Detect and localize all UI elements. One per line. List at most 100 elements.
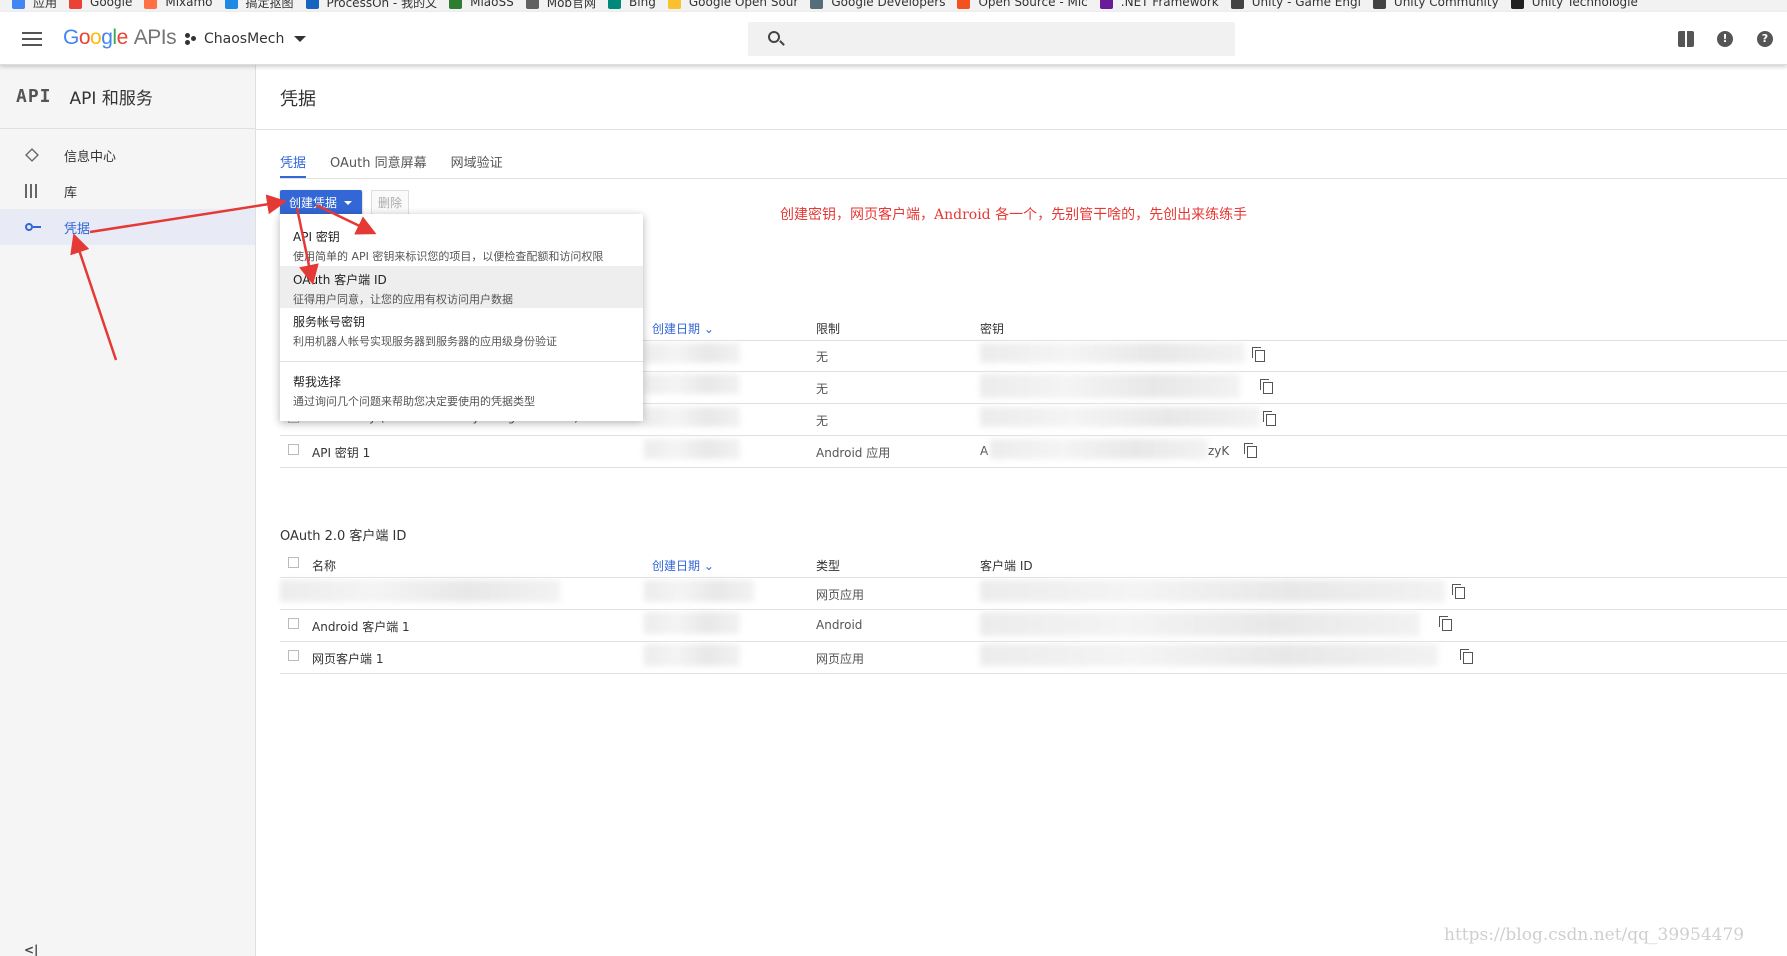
bookmark-label: Open Source - Mic xyxy=(978,0,1088,9)
bookmark-item[interactable]: 搞定抠图 xyxy=(213,0,294,12)
divider xyxy=(256,129,1787,130)
search-icon xyxy=(768,31,780,43)
help-icon[interactable]: ? xyxy=(1757,31,1773,47)
bookmark-icon xyxy=(1372,0,1386,9)
feedback-icon[interactable]: ! xyxy=(1717,31,1733,47)
chevron-down-icon xyxy=(294,36,307,42)
redacted-key xyxy=(980,407,1260,427)
table-cell-name[interactable]: API 密钥 1 xyxy=(312,444,370,461)
create-credentials-button[interactable]: 创建凭据 xyxy=(280,190,362,215)
redacted-key xyxy=(990,439,1208,459)
copy-icon[interactable] xyxy=(1252,347,1265,362)
bookmark-item[interactable]: Open Source - Mic xyxy=(945,0,1088,12)
table-cell-restriction: 无 xyxy=(816,414,829,428)
bookmark-label: Mob官网 xyxy=(546,0,597,10)
row-checkbox[interactable] xyxy=(288,618,299,629)
tab-bar: 凭据 OAuth 同意屏幕 网域验证 xyxy=(280,152,527,178)
divider xyxy=(280,641,1787,642)
bookmark-label: Unity Technologie xyxy=(1531,0,1638,9)
bookmark-label: Mixamo xyxy=(165,0,213,9)
bookmark-item[interactable]: Unity - Game Engi xyxy=(1219,0,1361,12)
row-checkbox[interactable] xyxy=(288,650,299,661)
tab-credentials[interactable]: 凭据 xyxy=(280,152,307,178)
menu-item-service-account-key[interactable]: 服务帐号密钥 利用机器人帐号实现服务器到服务器的应用级身份验证 xyxy=(280,313,643,355)
bookmark-label: ProcessOn - 我的文 xyxy=(326,0,438,10)
redacted-client-id xyxy=(980,580,1445,602)
bookmark-icon xyxy=(608,0,622,9)
bookmark-item[interactable]: Mixamo xyxy=(132,0,213,12)
copy-icon[interactable] xyxy=(1263,411,1276,426)
redacted-key xyxy=(980,343,1245,363)
menu-item-oauth-client[interactable]: OAuth 客户端 ID 征得用户同意，让您的应用有权访问用户数据 xyxy=(280,266,643,308)
copy-icon[interactable] xyxy=(1439,616,1452,631)
menu-icon[interactable] xyxy=(22,32,42,46)
divider xyxy=(280,467,1787,468)
collapse-sidebar-button[interactable]: <| xyxy=(24,943,38,956)
menu-item-desc: 使用简单的 API 密钥来标识您的项目，以便检查配额和访问权限 xyxy=(293,250,604,263)
sidebar-item-library[interactable]: 库 xyxy=(0,173,255,209)
bookmark-item[interactable]: ProcessOn - 我的文 xyxy=(294,0,438,12)
copy-icon[interactable] xyxy=(1244,443,1257,458)
divider xyxy=(280,609,1787,610)
sidebar-header: API API 和服务 xyxy=(0,65,255,129)
table-cell-restriction: 无 xyxy=(816,382,829,396)
column-header-key: 密钥 xyxy=(980,322,1005,336)
bookmark-label: Unity - Game Engi xyxy=(1251,0,1361,9)
bookmark-label: Google Open Sour xyxy=(688,0,799,9)
menu-item-help-me-choose[interactable]: 帮我选择 通过询问几个问题来帮助您决定要使用的凭据类型 xyxy=(280,373,643,411)
bookmark-item[interactable]: Google Open Sour xyxy=(656,0,799,12)
bookmark-icon xyxy=(810,0,824,9)
menu-item-title: API 密钥 xyxy=(293,230,340,244)
bookmark-item[interactable]: 应用 xyxy=(0,0,57,12)
library-icon xyxy=(25,184,39,198)
create-credentials-label: 创建凭据 xyxy=(289,196,338,210)
bookmark-label: MiaoSS xyxy=(470,0,514,9)
delete-button[interactable]: 删除 xyxy=(371,190,409,215)
project-selector[interactable]: ChaosMech xyxy=(185,31,307,47)
bookmark-item[interactable]: Google xyxy=(57,0,132,12)
divider xyxy=(280,673,1787,674)
table-cell-name[interactable]: 网页客户端 1 xyxy=(312,650,383,667)
search-input[interactable] xyxy=(792,22,1222,56)
table-cell-key-suffix: zyK xyxy=(1208,444,1230,458)
menu-item-api-key[interactable]: API 密钥 使用简单的 API 密钥来标识您的项目，以便检查配额和访问权限 xyxy=(280,228,643,266)
bookmark-item[interactable]: Mob官网 xyxy=(514,0,596,12)
row-checkbox[interactable] xyxy=(288,444,299,455)
api-badge-icon: API xyxy=(16,86,52,107)
bookmark-item[interactable]: Bing xyxy=(596,0,656,12)
bookmark-icon xyxy=(305,0,319,9)
project-name: ChaosMech xyxy=(204,31,285,47)
column-header-restriction: 限制 xyxy=(816,322,841,336)
search-box[interactable] xyxy=(748,22,1235,56)
table-cell-name[interactable]: Android 客户端 1 xyxy=(312,618,410,635)
redacted-key xyxy=(980,374,1240,398)
bookmarks-bar: 应用 Google Mixamo 搞定抠图 ProcessOn - 我的文 MiaoSS M… xyxy=(0,0,1787,12)
copy-icon[interactable] xyxy=(1460,649,1473,664)
logo-letter: g xyxy=(101,26,113,49)
sidebar-item-dashboard[interactable]: 信息中心 xyxy=(0,137,255,173)
oauth-section-title: OAuth 2.0 客户端 ID xyxy=(280,529,407,544)
tab-domain-verification[interactable]: 网域验证 xyxy=(451,152,503,178)
bookmark-item[interactable]: Unity Technologie xyxy=(1499,0,1638,12)
copy-icon[interactable] xyxy=(1260,379,1273,394)
redacted-date xyxy=(644,407,740,427)
column-header-date[interactable]: 创建日期 ⌄ xyxy=(652,557,714,574)
column-header-date[interactable]: 创建日期 ⌄ xyxy=(652,320,714,337)
logo-suffix: APIs xyxy=(133,26,177,49)
select-all-checkbox[interactable] xyxy=(288,557,299,568)
google-apis-logo[interactable]: Google APIs xyxy=(63,26,177,50)
copy-icon[interactable] xyxy=(1452,584,1465,599)
bookmark-icon xyxy=(1099,0,1113,9)
bookmark-item[interactable]: .NET Framework xyxy=(1088,0,1219,12)
logo-letter: o xyxy=(90,26,102,49)
bookmark-item[interactable]: MiaoSS xyxy=(437,0,514,12)
create-credentials-menu: API 密钥 使用简单的 API 密钥来标识您的项目，以便检查配额和访问权限 O… xyxy=(280,214,643,421)
bookmark-icon xyxy=(525,0,539,9)
tab-oauth-consent[interactable]: OAuth 同意屏幕 xyxy=(330,152,427,178)
bookmark-item[interactable]: Unity Community xyxy=(1361,0,1499,12)
sidebar-item-credentials[interactable]: 凭据 xyxy=(0,209,255,245)
bookmark-icon xyxy=(69,0,83,9)
menu-item-title: 服务帐号密钥 xyxy=(293,315,366,329)
bookmark-item[interactable]: Google Developers xyxy=(798,0,945,12)
gift-icon[interactable] xyxy=(1678,31,1694,47)
